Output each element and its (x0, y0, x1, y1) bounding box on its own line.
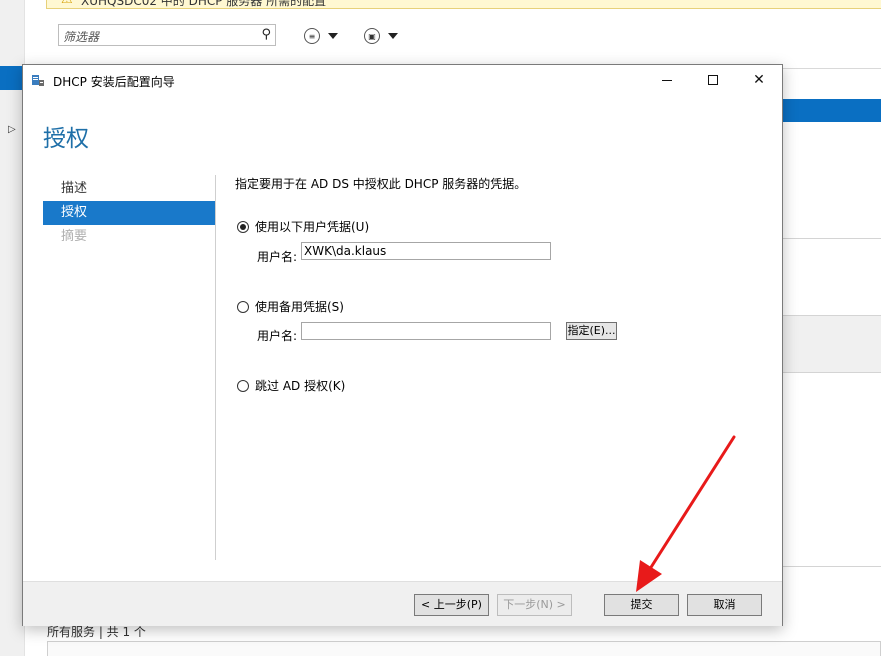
maximize-button[interactable] (690, 65, 736, 95)
list-options-button[interactable]: ≡ (304, 26, 344, 46)
username-label: 用户名: (257, 250, 298, 264)
background-panel (782, 315, 881, 373)
close-button[interactable]: ✕ (736, 65, 782, 95)
nav-item-description[interactable]: 描述 (43, 177, 215, 201)
minimize-icon (662, 79, 672, 81)
radio-indicator-checked[interactable] (237, 220, 249, 233)
warning-icon: ⚠ (61, 0, 73, 7)
instruction-text: 指定要用于在 AD DS 中授权此 DHCP 服务器的凭据。 (235, 177, 527, 191)
username-field-current[interactable]: XWK\da.klaus (301, 242, 551, 260)
radio-indicator[interactable] (237, 300, 249, 313)
wizard-steps-nav: 描述 授权 摘要 (43, 177, 215, 249)
radio-skip-ad-authorization[interactable]: 跳过 AD 授权(K) (237, 377, 345, 394)
radio-use-alternate-credentials[interactable]: 使用备用凭据(S) (237, 298, 344, 315)
list-icon: ≡ (304, 28, 320, 44)
nav-divider (215, 175, 216, 560)
chevron-down-icon (388, 33, 398, 39)
filter-placeholder: 筛选器 (63, 30, 100, 44)
wizard-footer: < 上一步(P) 下一步(N) > 提交 取消 (23, 581, 782, 626)
notification-banner[interactable]: ⚠ XUHQSDC02 中的 DHCP 服务器 所需的配置 (46, 0, 881, 9)
title-bar[interactable]: DHCP 安装后配置向导 ✕ (23, 65, 782, 95)
username-field-alternate[interactable] (301, 322, 551, 340)
radio-use-current-credentials[interactable]: 使用以下用户凭据(U) (237, 218, 369, 235)
maximize-icon (708, 75, 718, 85)
services-panel (47, 641, 881, 656)
nav-item-summary: 摘要 (61, 229, 88, 244)
chevron-down-icon (328, 33, 338, 39)
banner-text: XUHQSDC02 中的 DHCP 服务器 所需的配置 (81, 0, 327, 8)
minimize-button[interactable] (644, 65, 690, 95)
dhcp-config-wizard-dialog: DHCP 安装后配置向导 ✕ 授权 描述 授权 摘要 指定要用于在 AD DS … (22, 64, 783, 626)
search-icon[interactable]: ⚲ (261, 27, 271, 42)
filter-input[interactable]: 筛选器 ⚲ (58, 24, 276, 46)
radio-label: 使用以下用户凭据(U) (255, 220, 370, 234)
close-icon: ✕ (753, 72, 765, 88)
window-title: DHCP 安装后配置向导 (53, 75, 175, 89)
selected-row-highlight[interactable] (782, 99, 881, 122)
assign-credentials-button[interactable]: 指定(E)... (566, 322, 617, 340)
save-options-button[interactable]: ▣ (364, 26, 404, 46)
divider (782, 566, 881, 567)
username-label: 用户名: (257, 329, 298, 343)
previous-button[interactable]: < 上一步(P) (414, 594, 489, 616)
radio-label: 使用备用凭据(S) (255, 300, 344, 314)
next-button: 下一步(N) > (497, 594, 572, 616)
save-icon: ▣ (364, 28, 380, 44)
radio-indicator[interactable] (237, 379, 249, 392)
left-nav-selected-item[interactable] (0, 66, 24, 90)
nav-item-authorization[interactable]: 授权 (43, 201, 215, 225)
divider (782, 238, 881, 239)
submit-button[interactable]: 提交 (604, 594, 679, 616)
cancel-button[interactable]: 取消 (687, 594, 762, 616)
expand-arrow-icon[interactable]: ▷ (8, 124, 16, 135)
dhcp-server-icon (32, 75, 44, 86)
radio-label: 跳过 AD 授权(K) (255, 379, 346, 393)
page-title: 授权 (43, 126, 89, 152)
